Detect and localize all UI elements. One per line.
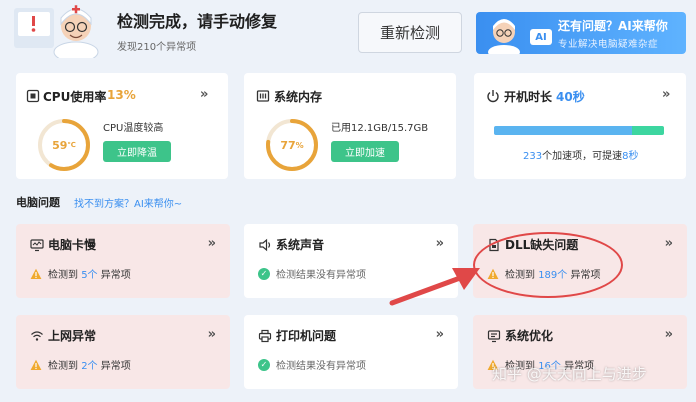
ai-help-banner[interactable]: AI 还有问题？AI来帮你 专业解决电脑疑难杂症 [476, 12, 686, 54]
chevron-right-icon[interactable]: » [208, 327, 217, 342]
optimize-icon [487, 328, 501, 343]
cpu-card-title: CPU使用率 [43, 90, 107, 104]
boot-bar-segment-green [631, 126, 664, 135]
issue-ok-text: 检测结果没有异常项 [276, 361, 366, 372]
annotation-circle [473, 232, 623, 298]
cool-down-button[interactable]: 立即降温 [103, 141, 171, 162]
ai-badge: AI [530, 29, 552, 45]
issue-count: 5个 [81, 270, 98, 281]
issue-card[interactable]: 打印机问题 » ✓ 检测结果没有异常项 [244, 315, 458, 389]
accel-items-text: 个加速项，可提速 [542, 151, 623, 162]
cpu-icon [26, 88, 40, 103]
issue-status-suffix: 异常项 [100, 270, 131, 281]
cpu-temp-value: 59 [52, 138, 68, 152]
chevron-right-icon[interactable]: » [436, 327, 445, 342]
issue-status: ✓ 检测结果没有异常项 [258, 357, 366, 372]
issue-status-suffix: 异常项 [100, 361, 131, 372]
monitor-icon [30, 237, 44, 252]
issue-status: 检测到 2个 异常项 [30, 357, 131, 372]
issue-status-prefix: 检测到 [48, 361, 78, 372]
issue-name: 系统声音 [276, 238, 325, 252]
chevron-right-icon[interactable]: » [208, 236, 217, 251]
warning-icon [30, 268, 42, 280]
ai-help-link[interactable]: 找不到方案？AI来帮你~ [74, 195, 182, 210]
boot-time-value: 40秒 [556, 90, 585, 104]
ai-doctor-avatar-icon [482, 14, 526, 54]
boot-progress-bar [494, 126, 664, 135]
memory-percent-unit: % [295, 140, 304, 150]
memory-used-text: 已用12.1GB/15.7GB [331, 123, 429, 134]
cpu-temp-unit: ℃ [67, 141, 76, 149]
issue-card[interactable]: 电脑卡慢 » 检测到 5个 异常项 [16, 224, 230, 298]
cpu-usage-card: CPU使用率 13% » 59 ℃ CPU温度较高 立即降温 [16, 73, 228, 179]
memory-usage-gauge: 77% [264, 117, 320, 173]
ai-banner-title: 还有问题？AI来帮你 [558, 19, 668, 33]
doctor-avatar [14, 2, 104, 63]
issue-count: 2个 [81, 361, 98, 372]
issue-name: 电脑卡慢 [48, 238, 97, 252]
boot-card-title: 开机时长 [504, 90, 553, 104]
speed-up-button[interactable]: 立即加速 [331, 141, 399, 162]
boot-time-card: 开机时长 40秒 » 233个加速项，可提速8秒 [474, 73, 686, 179]
issue-name: 打印机问题 [276, 329, 337, 343]
issue-name: 上网异常 [48, 329, 97, 343]
system-memory-card: 系统内存 77% 已用12.1GB/15.7GB 立即加速 [244, 73, 456, 179]
chevron-right-icon[interactable]: » [665, 327, 674, 342]
chevron-right-icon[interactable]: » [200, 87, 209, 102]
issue-card[interactable]: 上网异常 » 检测到 2个 异常项 [16, 315, 230, 389]
chevron-right-icon[interactable]: » [662, 87, 671, 102]
boot-speedup-summary: 233个加速项，可提速8秒 [523, 147, 638, 162]
section-title: 电脑问题 [16, 196, 60, 209]
memory-icon [256, 88, 270, 102]
printer-icon [258, 328, 272, 343]
page-title: 检测完成，请手动修复 [117, 12, 278, 31]
speaker-icon [258, 237, 272, 252]
speedup-value: 8秒 [622, 151, 639, 162]
check-icon: ✓ [258, 267, 270, 280]
issue-ok-text: 检测结果没有异常项 [276, 270, 366, 281]
issue-status-prefix: 检测到 [48, 270, 78, 281]
power-icon [486, 88, 500, 103]
issues-found-count: 发现210个异常项 [117, 42, 197, 53]
accel-items-count: 233 [523, 151, 543, 162]
cpu-usage-value: 13% [107, 88, 136, 102]
memory-card-title: 系统内存 [274, 90, 323, 104]
chevron-right-icon[interactable]: » [436, 236, 445, 251]
rescan-button[interactable]: 重新检测 [358, 12, 462, 53]
issue-status: ✓ 检测结果没有异常项 [258, 266, 366, 281]
cpu-temp-description: CPU温度较高 [103, 123, 164, 134]
cpu-temp-gauge: 59 ℃ [36, 117, 92, 173]
chevron-right-icon[interactable]: » [665, 236, 674, 251]
ai-banner-subtitle: 专业解决电脑疑难杂症 [558, 39, 659, 50]
warning-icon [30, 359, 42, 371]
issue-status: 检测到 5个 异常项 [30, 266, 131, 281]
wifi-icon [30, 328, 44, 342]
zhihu-watermark: 知乎 @天天向上与进步 [492, 365, 647, 383]
issue-name: 系统优化 [505, 329, 554, 343]
annotation-arrow [388, 262, 484, 308]
boot-bar-segment-blue [494, 126, 632, 135]
memory-percent-value: 77 [280, 138, 296, 152]
check-icon: ✓ [258, 358, 270, 371]
